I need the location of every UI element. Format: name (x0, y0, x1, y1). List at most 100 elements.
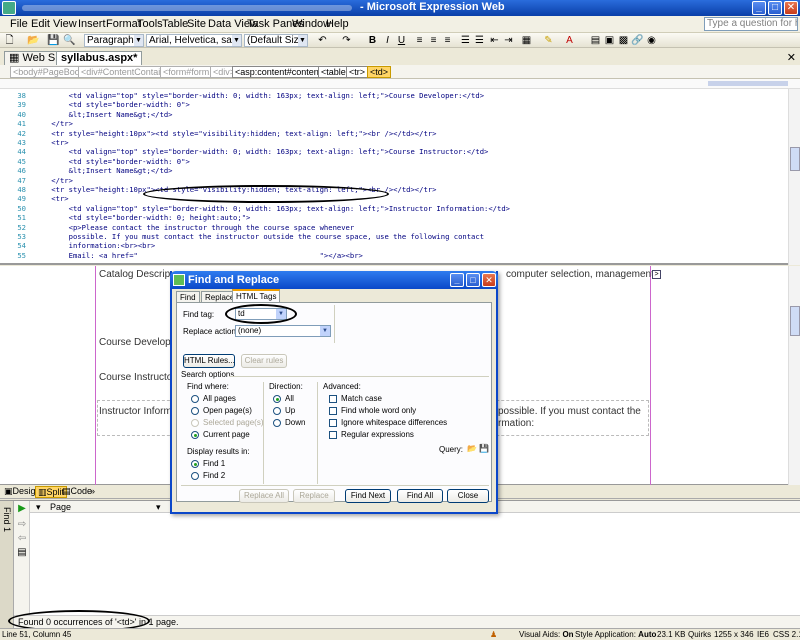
html-rules-button[interactable]: HTML Rules... (183, 354, 235, 368)
css-version[interactable]: CSS 2.1 (773, 629, 800, 640)
radio-find-2[interactable] (191, 472, 199, 480)
save-icon[interactable]: 💾 (479, 444, 489, 453)
code-line[interactable]: 47 </tr> (0, 176, 790, 185)
expand-icon[interactable]: > (652, 270, 661, 279)
checkbox-regular-expressions[interactable] (329, 431, 337, 439)
font-combo[interactable]: Arial, Helvetica, sans-serif▼ (146, 34, 242, 47)
doc-mode[interactable]: Quirks (688, 629, 711, 640)
more-views-icon[interactable]: » (88, 486, 97, 498)
code-line[interactable]: 55 Email: <a href=" "></a><br> (0, 251, 790, 260)
maximize-button[interactable]: □ (768, 1, 782, 15)
radio-selected-pages[interactable] (191, 419, 199, 427)
redo-icon[interactable]: ↷ (340, 34, 353, 47)
open-folder-icon[interactable]: 📂 (27, 34, 40, 47)
next-result-icon[interactable]: ⇦ (16, 533, 28, 545)
code-line[interactable]: 46 &lt;Insert Name&gt;</td> (0, 166, 790, 175)
code-line[interactable]: 48 <tr style="height:10px"><td style="vi… (0, 185, 790, 194)
underline-button[interactable]: U (395, 34, 408, 47)
clear-rules-button[interactable]: Clear rules (241, 354, 287, 368)
dialog-close-button[interactable]: ✕ (482, 273, 496, 287)
size-combo[interactable]: (Default Size) ▼ (244, 34, 308, 47)
close-document-icon[interactable]: ✕ (787, 51, 796, 64)
find-next-button[interactable]: Find Next (345, 489, 391, 503)
align-right-icon[interactable]: ≡ (441, 34, 454, 47)
outdent-icon[interactable]: ⇤ (488, 34, 501, 47)
code-line[interactable]: 40 &lt;Insert Name&gt;</td> (0, 110, 790, 119)
new-page-icon[interactable]: 🗋 (3, 34, 16, 47)
table-icon[interactable]: ▤ (589, 34, 602, 47)
column-page[interactable]: Page (50, 502, 71, 512)
menu-file[interactable]: File (10, 18, 28, 30)
code-line[interactable]: 50 <td valign="top" style="border-width:… (0, 204, 790, 213)
image-icon[interactable]: ▩ (617, 34, 630, 47)
radio-direction-all[interactable] (273, 395, 281, 403)
radio-all-pages[interactable] (191, 395, 199, 403)
find-panel-tab[interactable]: Find 1 (0, 501, 14, 629)
code-line[interactable]: 53 possible. If you must contact the ins… (0, 232, 790, 241)
menu-site[interactable]: Site (187, 18, 206, 30)
replace-all-button[interactable]: Replace All (239, 489, 289, 503)
menu-format[interactable]: Format (106, 18, 141, 30)
code-line[interactable]: 39 <td style="border-width: 0"> (0, 100, 790, 109)
menu-help[interactable]: Help (326, 18, 349, 30)
code-line[interactable]: 38 <td valign="top" style="border-width:… (0, 91, 790, 100)
design-scrollbar[interactable] (788, 266, 800, 485)
page-dimensions[interactable]: 1255 x 346 (714, 629, 754, 640)
sort-arrow-icon[interactable]: ▾ (36, 502, 41, 513)
code-line[interactable]: 52 <p>Please contact the instructor thro… (0, 223, 790, 232)
code-line[interactable]: 54 information:<br><br> (0, 241, 790, 250)
menu-insert[interactable]: Insert (78, 18, 106, 30)
close-button[interactable]: ✕ (784, 1, 798, 15)
menu-view[interactable]: View (53, 18, 77, 30)
bold-button[interactable]: B (366, 34, 379, 47)
checkbox-ignore-whitespace[interactable] (329, 419, 337, 427)
open-folder-icon[interactable]: 📂 (467, 444, 477, 453)
code-line[interactable]: 43 <tr> (0, 138, 790, 147)
link-icon[interactable]: 🔗 (631, 34, 644, 47)
code-line[interactable]: 45 <td style="border-width: 0"> (0, 157, 790, 166)
dialog-close-action-button[interactable]: Close (447, 489, 489, 503)
code-line[interactable]: 42 <tr style="height:10px"><td style="vi… (0, 129, 790, 138)
scroll-thumb[interactable] (790, 147, 800, 171)
quicktag-tr[interactable]: <tr> (346, 66, 369, 78)
report-icon[interactable]: ▤ (16, 547, 28, 559)
code-line[interactable]: 41 </tr> (0, 119, 790, 128)
dialog-title-bar[interactable]: Find and Replace _ □ ✕ (170, 271, 498, 289)
visual-aids[interactable]: Visual Aids: On (519, 629, 574, 640)
style-combo[interactable]: Paragraph ▼ (84, 34, 144, 47)
scroll-thumb[interactable] (790, 306, 800, 336)
play-icon[interactable]: ▶ (16, 503, 28, 515)
tab-html-tags[interactable]: HTML Tags (232, 289, 281, 303)
dialog-minimize-button[interactable]: _ (450, 273, 464, 287)
code-line[interactable]: 49 <tr> (0, 194, 790, 203)
radio-direction-up[interactable] (273, 407, 281, 415)
layer-icon[interactable]: ▣ (603, 34, 616, 47)
help-search-input[interactable]: Type a question for help (704, 17, 798, 31)
checkbox-match-case[interactable] (329, 395, 337, 403)
numbered-list-icon[interactable]: ☰ (459, 34, 472, 47)
indent-icon[interactable]: ⇥ (502, 34, 515, 47)
preview-icon[interactable]: 🔍 (63, 34, 76, 47)
bullet-list-icon[interactable]: ☰ (473, 34, 486, 47)
align-left-icon[interactable]: ≡ (413, 34, 426, 47)
column-dropdown-icon[interactable]: ▾ (156, 502, 161, 513)
radio-open-pages[interactable] (191, 407, 199, 415)
radio-direction-down[interactable] (273, 419, 281, 427)
checkbox-whole-word[interactable] (329, 407, 337, 415)
font-color-icon[interactable]: A (563, 34, 576, 47)
dialog-maximize-button[interactable]: □ (466, 273, 480, 287)
code-line[interactable]: 44 <td valign="top" style="border-width:… (0, 147, 790, 156)
tab-syllabus[interactable]: syllabus.aspx* (56, 51, 143, 65)
code-line[interactable]: 51 <td style="border-width: 0; height:au… (0, 213, 790, 222)
menu-edit[interactable]: Edit (31, 18, 50, 30)
save-icon[interactable]: 💾 (47, 34, 60, 47)
radio-current-page[interactable] (191, 431, 199, 439)
code-view[interactable]: 38 <td valign="top" style="border-width:… (0, 79, 800, 265)
minimize-button[interactable]: _ (752, 1, 766, 15)
code-scrollbar[interactable] (788, 89, 800, 265)
undo-icon[interactable]: ↶ (316, 34, 329, 47)
menu-table[interactable]: Table (162, 18, 188, 30)
highlight-icon[interactable]: ✎ (542, 34, 555, 47)
italic-button[interactable]: I (381, 34, 394, 47)
find-all-button[interactable]: Find All (397, 489, 443, 503)
